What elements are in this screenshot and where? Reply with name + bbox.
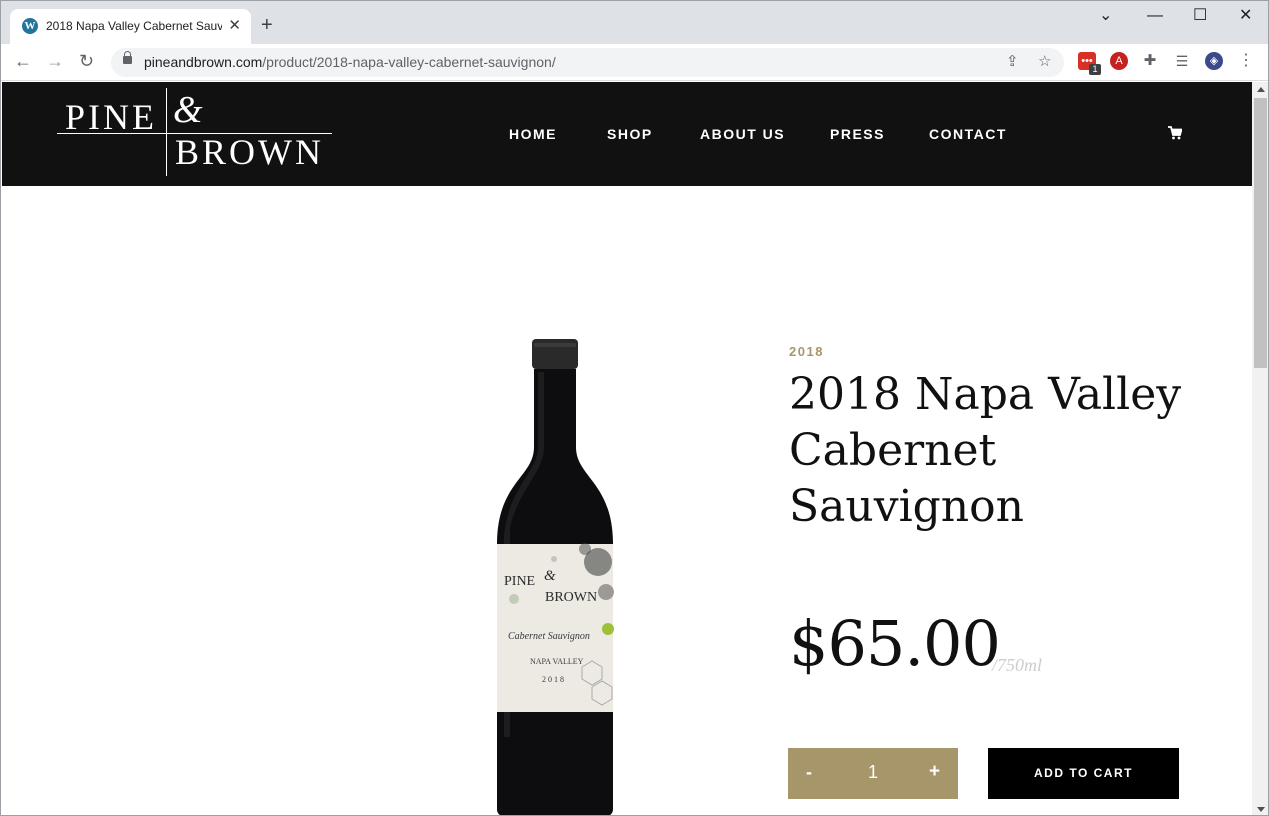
address-bar[interactable]: pineandbrown.com/product/2018-napa-valle… [111,48,1064,77]
maximize-icon[interactable]: ☐ [1193,7,1207,25]
browser-window: W 2018 Napa Valley Cabernet Sauvignon ✕ … [0,0,1269,816]
menu-kebab-icon[interactable]: ⋮ [1237,52,1255,70]
tab-title: 2018 Napa Valley Cabernet Sauvignon [46,19,222,33]
product-vintage: 2018 [789,344,824,359]
nav-home[interactable]: HOME [509,126,557,142]
web-page: PINE & BROWN HOME SHOP ABOUT US PRESS CO… [2,82,1252,815]
nav-press[interactable]: PRESS [830,126,885,142]
page-scrollbar[interactable] [1252,82,1268,815]
minimize-icon[interactable]: — [1147,7,1163,25]
url-text[interactable]: pineandbrown.com/product/2018-napa-valle… [144,54,556,70]
product-title: 2018 Napa Valley Cabernet Sauvignon [789,369,1182,532]
logo-ampersand: & [173,89,203,131]
forward-arrow-icon[interactable]: → [46,51,64,71]
quantity-decrease-button[interactable]: - [806,762,812,783]
label-year: 2018 [542,675,566,684]
bookmark-star-icon[interactable]: ☆ [1038,52,1051,72]
profile-icon[interactable]: ◈ [1205,52,1223,70]
extensions-puzzle-icon[interactable]: ✚ [1141,52,1159,70]
window-close-icon[interactable]: ✕ [1239,7,1252,25]
reload-icon[interactable]: ↻ [79,51,94,71]
label-region: NAPA VALLEY [530,657,584,666]
quantity-stepper: - 1 + [788,748,958,799]
logo-brown-text: BROWN [175,132,324,172]
label-brand-pine: PINE [504,574,535,589]
pine-and-brown-logo[interactable]: PINE & BROWN [57,88,337,178]
nav-contact[interactable]: CONTACT [929,126,1007,142]
extension-badge: 1 [1089,64,1101,75]
logo-pine-text: PINE [65,97,157,137]
price-unit: /750ml [992,655,1043,675]
logo-vertical-rule [166,88,167,176]
extension-avatar-icon[interactable]: A [1110,52,1128,70]
browser-toolbar: ← → ↻ pineandbrown.com/product/2018-napa… [1,44,1268,81]
add-to-cart-button[interactable]: ADD TO CART [988,748,1179,799]
scroll-down-arrow-icon[interactable] [1257,807,1265,812]
label-varietal: Cabernet Sauvignon [508,631,590,642]
new-tab-icon[interactable]: + [261,15,273,35]
back-arrow-icon[interactable]: ← [14,51,32,71]
site-header: PINE & BROWN HOME SHOP ABOUT US PRESS CO… [2,82,1252,186]
nav-shop[interactable]: SHOP [607,126,653,142]
wine-bottle-image: PINE & BROWN Cabernet Sauvignon NAPA VAL… [497,339,614,815]
wordpress-favicon-icon: W [22,18,38,34]
tab-strip: W 2018 Napa Valley Cabernet Sauvignon ✕ … [1,1,1268,44]
scroll-thumb[interactable] [1254,98,1267,368]
tab-search-chevron-icon[interactable]: ⌄ [1099,7,1112,25]
label-brand-amp: & [544,568,556,584]
quantity-increase-button[interactable]: + [929,761,940,783]
product-price: $65.00 [789,607,1001,680]
cart-icon[interactable] [1168,126,1182,140]
lock-icon [123,51,132,64]
tab-close-icon[interactable]: ✕ [228,17,241,35]
label-brand-brown: BROWN [545,590,597,605]
scroll-up-arrow-icon[interactable] [1257,87,1265,92]
quantity-input[interactable]: 1 [866,762,880,783]
share-icon[interactable]: ⇪ [1006,52,1019,72]
reading-list-icon[interactable]: ☰ [1173,52,1191,70]
nav-about-us[interactable]: ABOUT US [700,126,785,142]
browser-tab[interactable]: W 2018 Napa Valley Cabernet Sauvignon ✕ [10,9,251,44]
